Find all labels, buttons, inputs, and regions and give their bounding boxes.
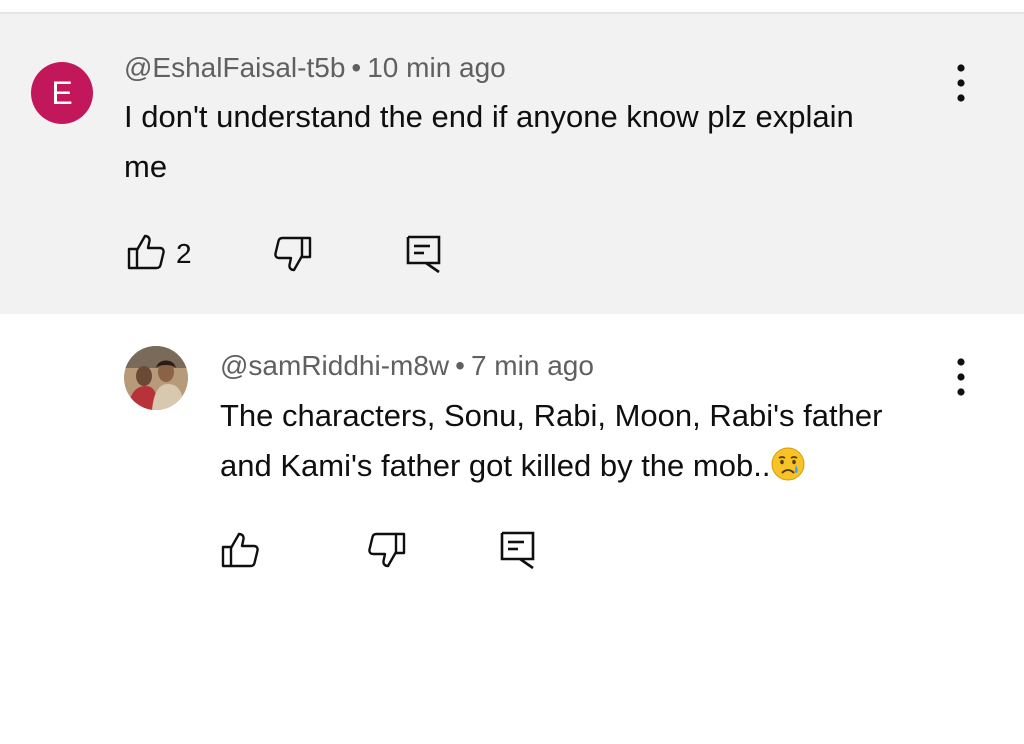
reply-time: 7 min ago <box>470 350 594 381</box>
comment-text-line: I don't understand the end if anyone kno… <box>124 99 854 134</box>
reply-text: The characters, Sonu, Rabi, Moon, Rabi's… <box>220 391 960 491</box>
meta-separator: • <box>351 52 362 83</box>
avatar[interactable]: E <box>31 62 93 124</box>
thumbs-down-icon[interactable] <box>273 234 313 274</box>
meta-separator: • <box>455 350 465 381</box>
reply-thread-item: @samRiddhi-m8w • 7 min ago The characters,… <box>0 314 1024 744</box>
comment-time: 10 min ago <box>367 52 506 83</box>
reply-author[interactable]: @samRiddhi-m8w <box>220 350 449 381</box>
crying-face-icon <box>771 447 805 481</box>
top-divider <box>0 0 1024 14</box>
comment-author[interactable]: @EshalFaisal-t5b <box>124 52 345 83</box>
reply-icon[interactable] <box>498 530 538 570</box>
like-count: 2 <box>176 238 192 269</box>
avatar-photo-image <box>124 346 188 410</box>
comment-text: I don't understand the end if anyone kno… <box>124 92 954 192</box>
more-vert-icon[interactable] <box>951 356 971 400</box>
thumbs-down-icon[interactable] <box>367 530 407 570</box>
thumbs-up-icon[interactable] <box>220 530 260 570</box>
thumbs-up-icon[interactable] <box>126 232 166 272</box>
reply-text-line-content: and Kami's father got killed by the mob.… <box>220 448 771 483</box>
avatar[interactable] <box>124 346 188 410</box>
more-vert-icon[interactable] <box>951 62 971 106</box>
reply-icon[interactable] <box>404 234 444 274</box>
reply-text-line: and Kami's father got killed by the mob.… <box>220 441 960 491</box>
reply-meta: @samRiddhi-m8w • 7 min ago <box>220 350 594 382</box>
comment-meta: @EshalFaisal-t5b • 10 min ago <box>124 52 506 84</box>
comment-thread-item: E @EshalFaisal-t5b • 10 min ago I don't un… <box>0 14 1024 314</box>
reply-text-line: The characters, Sonu, Rabi, Moon, Rabi's… <box>220 398 883 433</box>
comment-text-line: me <box>124 149 168 184</box>
avatar-letter: E <box>51 75 73 111</box>
